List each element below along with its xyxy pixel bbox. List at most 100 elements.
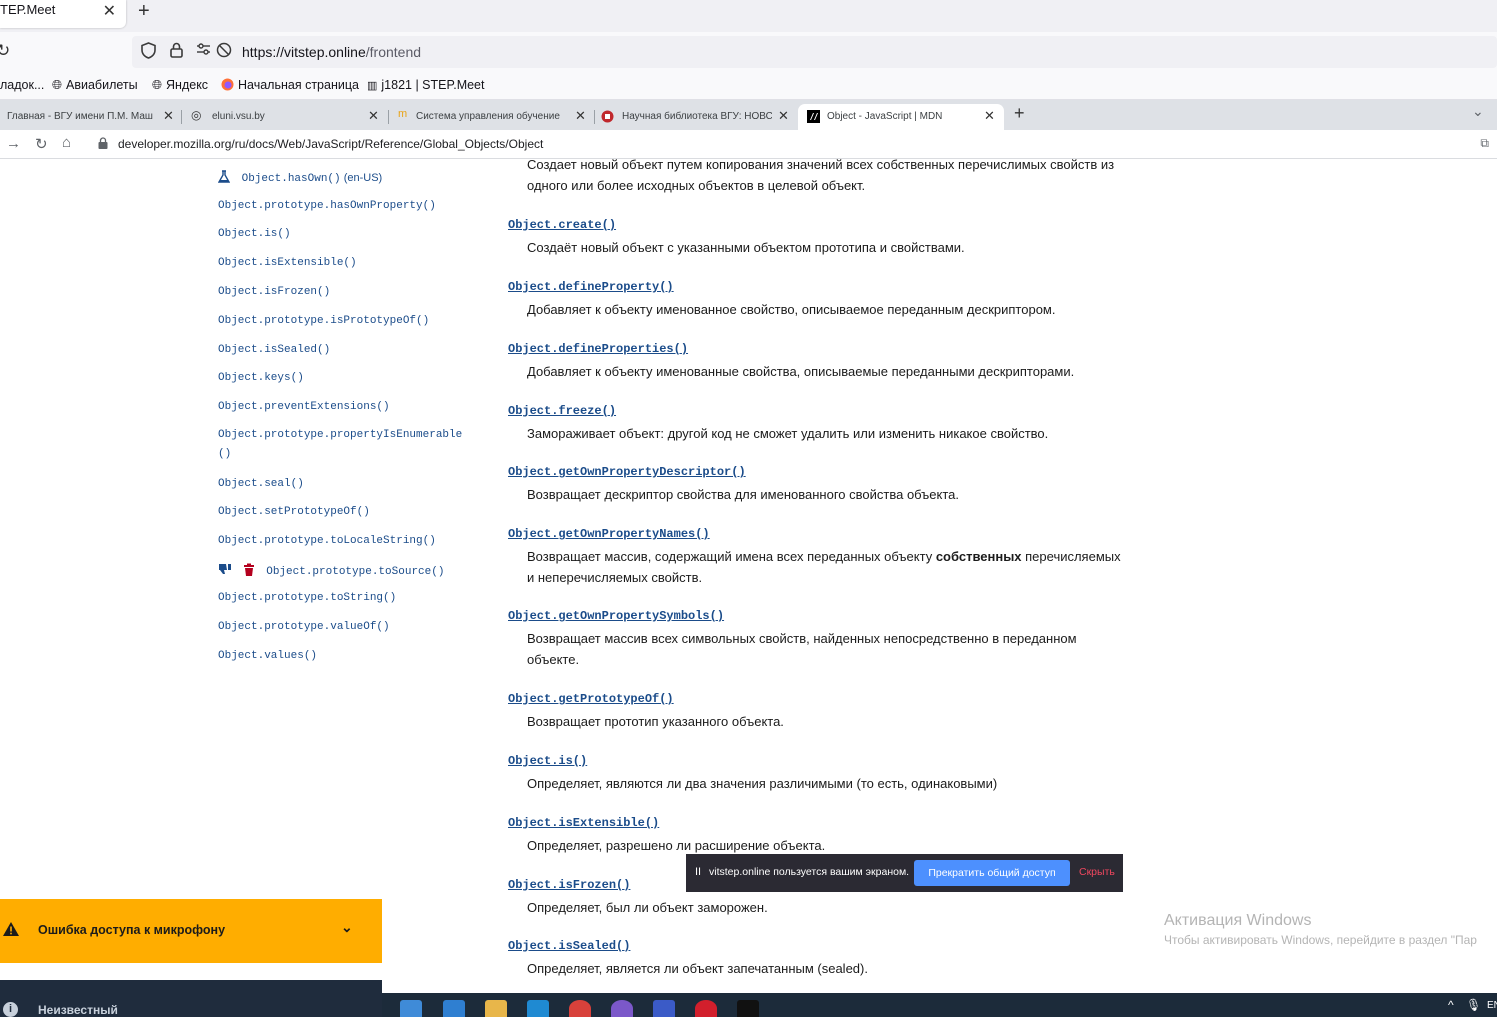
method-link-getownpropertydescriptor[interactable]: Object.getOwnPropertyDescriptor() xyxy=(508,465,1148,485)
inner-address-bar[interactable]: developer.mozilla.org/ru/docs/Web/JavaSc… xyxy=(118,137,543,151)
method-link-defineproperties[interactable]: Object.defineProperties() xyxy=(508,342,1148,362)
bookmark-start-page[interactable]: Начальная страница xyxy=(221,78,359,92)
outer-address-bar[interactable]: https://vitstep.online/frontend xyxy=(132,36,1497,68)
forward-icon[interactable]: → xyxy=(6,135,21,152)
lock-icon[interactable] xyxy=(170,42,183,63)
terminal-icon[interactable] xyxy=(737,1000,759,1017)
method-link-isextensible[interactable]: Object.isExtensible() xyxy=(508,816,1148,836)
language-indicator[interactable]: EN xyxy=(1487,1000,1497,1011)
lock-icon[interactable] xyxy=(98,137,108,149)
outer-url-text[interactable]: https://vitstep.online/frontend xyxy=(242,44,421,60)
sidebar-item-propertyisenumerable[interactable]: Object.prototype.propertyIsEnumerable() xyxy=(218,426,468,464)
sidebar-item-isextensible[interactable]: Object.isExtensible() xyxy=(218,257,357,269)
method-entry: Object.create() Создаёт новый объект с у… xyxy=(508,218,1148,259)
outer-tab-bar: ТЕР.Meet ✕ + xyxy=(0,0,1497,32)
sidebar-item-preventextensions[interactable]: Object.preventExtensions() xyxy=(218,401,390,413)
method-link-create[interactable]: Object.create() xyxy=(508,218,1148,238)
participant-name: Неизвестный xyxy=(38,1003,118,1017)
sidebar-item-valueof[interactable]: Object.prototype.valueOf() xyxy=(218,621,390,633)
watermark-title: Активация Windows xyxy=(1164,912,1312,929)
sidebar-item-tostring[interactable]: Object.prototype.toString() xyxy=(218,592,396,604)
close-icon[interactable]: ✕ xyxy=(575,108,586,124)
hide-button[interactable]: Скрыть xyxy=(1079,866,1115,878)
drag-handle-icon[interactable]: II xyxy=(695,866,701,878)
viber-icon[interactable] xyxy=(611,1000,633,1017)
microphone-icon[interactable]: 🎙︎ xyxy=(1466,998,1481,1012)
reload-icon[interactable]: ↻ xyxy=(35,135,48,153)
sidebar-item-hasownproperty[interactable]: Object.prototype.hasOwnProperty() xyxy=(218,200,436,212)
tab-vsu-main[interactable]: Главная - ВГУ имени П.М. Маш ✕ xyxy=(0,104,180,130)
outer-tab-step-meet[interactable]: ТЕР.Meet ✕ xyxy=(0,0,126,28)
method-link-getownpropertysymbols[interactable]: Object.getOwnPropertySymbols() xyxy=(508,609,1148,629)
library-icon xyxy=(601,110,614,126)
watermark-subtitle: Чтобы активировать Windows, перейдите в … xyxy=(1164,933,1477,947)
close-icon[interactable]: ✕ xyxy=(103,1,116,21)
translate-icon[interactable]: ⧉ xyxy=(1480,136,1489,151)
new-tab-button[interactable]: + xyxy=(138,0,150,23)
method-description: Добавляет к объекту именованное свойство… xyxy=(527,302,1056,317)
method-link-getownpropertynames[interactable]: Object.getOwnPropertyNames() xyxy=(508,527,1148,547)
sidebar-item-values[interactable]: Object.values() xyxy=(218,650,317,662)
sidebar-item-keys[interactable]: Object.keys() xyxy=(218,372,304,384)
outer-tab-title: ТЕР.Meet xyxy=(0,2,56,17)
bookmark-folder[interactable]: ладок... xyxy=(0,78,44,92)
method-entry: Object.defineProperties() Добавляет к об… xyxy=(508,342,1148,383)
mail-icon[interactable] xyxy=(443,1000,465,1017)
tab-label: Научная библиотека ВГУ: НОВС xyxy=(622,111,772,122)
screen-share-icon[interactable] xyxy=(216,42,232,63)
method-link-defineproperty[interactable]: Object.defineProperty() xyxy=(508,280,1148,300)
globe-icon: ◎ xyxy=(191,108,202,122)
stop-sharing-button[interactable]: Прекратить общий доступ xyxy=(914,860,1070,886)
sidebar-item-tolocalestring[interactable]: Object.prototype.toLocaleString() xyxy=(218,535,436,547)
reload-icon[interactable]: ↻ xyxy=(0,41,10,61)
tab-label: eluni.vsu.by xyxy=(212,111,265,122)
method-link-is[interactable]: Object.is() xyxy=(508,754,1148,774)
tab-search-chevron-icon[interactable]: ⌄ xyxy=(1472,103,1484,120)
sidebar-item-object-hasown[interactable]: Object.hasOwn() (en-US) xyxy=(217,170,382,185)
vscode-icon[interactable] xyxy=(527,1000,549,1017)
trash-icon xyxy=(239,563,255,578)
opera-icon[interactable] xyxy=(695,1000,717,1017)
chevron-down-icon[interactable]: ⌄ xyxy=(341,919,353,936)
moodle-icon: m xyxy=(398,108,408,120)
file-explorer-icon[interactable] xyxy=(485,1000,507,1017)
tab-library[interactable]: Научная библиотека ВГУ: НОВС ✕ xyxy=(598,104,794,130)
method-link-issealed[interactable]: Object.isSealed() xyxy=(508,939,1148,959)
windows-store-icon[interactable] xyxy=(400,1000,422,1017)
method-description: Возвращает массив, содержащий имена всех… xyxy=(527,549,1121,585)
tab-lms[interactable]: m Система управления обучение ✕ xyxy=(394,104,592,130)
tab-eluni[interactable]: ◎ eluni.vsu.by ✕ xyxy=(188,104,386,130)
method-entry: Object.getOwnPropertySymbols() Возвращае… xyxy=(508,609,1148,670)
method-entry: Object.is() Определяет, являются ли два … xyxy=(508,754,1148,795)
sidebar-item-tosource[interactable]: Object.prototype.toSource() xyxy=(218,563,444,578)
chrome-icon[interactable] xyxy=(569,1000,591,1017)
method-entry: Object.getPrototypeOf() Возвращает прото… xyxy=(508,692,1148,733)
sidebar-item-is[interactable]: Object.is() xyxy=(218,228,291,240)
close-icon[interactable]: ✕ xyxy=(163,108,174,124)
close-icon[interactable]: ✕ xyxy=(984,108,995,124)
sidebar-item-setprototypeof[interactable]: Object.setPrototypeOf() xyxy=(218,506,370,518)
close-icon[interactable]: ✕ xyxy=(778,108,789,124)
tray-expand-icon[interactable]: ^ xyxy=(1448,998,1454,1012)
home-icon[interactable]: ⌂ xyxy=(62,134,71,151)
bookmark-aviabilety[interactable]: 🌐︎ Авиабилеты xyxy=(52,78,138,93)
sidebar-item-isfrozen[interactable]: Object.isFrozen() xyxy=(218,286,330,298)
sidebar-item-seal[interactable]: Object.seal() xyxy=(218,478,304,490)
windows-activation-watermark: Активация Windows Чтобы активировать Win… xyxy=(1164,912,1477,947)
participant-strip: i Неизвестный xyxy=(0,980,382,1017)
permissions-icon[interactable] xyxy=(196,42,211,60)
new-tab-button[interactable]: + xyxy=(1014,103,1025,124)
bookmark-yandex[interactable]: 🌐︎ Яндекс xyxy=(152,78,208,93)
save-icon[interactable] xyxy=(653,1000,675,1017)
sidebar-item-issealed[interactable]: Object.isSealed() xyxy=(218,344,330,356)
sidebar-item-isprototypeof[interactable]: Object.prototype.isPrototypeOf() xyxy=(218,315,429,327)
tab-mdn-object[interactable]: Object - JavaScript | MDN ✕ xyxy=(798,104,1004,130)
method-link-getprototypeof[interactable]: Object.getPrototypeOf() xyxy=(508,692,1148,712)
bookmark-step-meet[interactable]: ▥ j1821 | STEP.Meet xyxy=(367,78,484,92)
close-icon[interactable]: ✕ xyxy=(368,108,379,124)
mic-error-text: Ошибка доступа к микрофону xyxy=(38,923,226,937)
mic-error-toast[interactable]: Ошибка доступа к микрофону ⌄ xyxy=(0,899,382,963)
method-link-freeze[interactable]: Object.freeze() xyxy=(508,404,1148,424)
tab-separator xyxy=(181,110,182,124)
shield-icon[interactable] xyxy=(141,42,156,64)
